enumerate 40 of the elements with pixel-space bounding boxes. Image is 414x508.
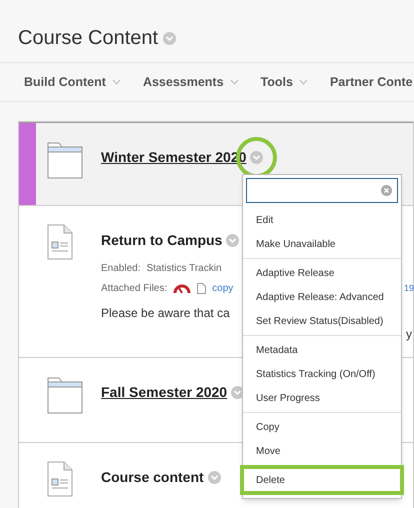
- document-icon: [47, 461, 73, 497]
- chevron-icon[interactable]: [208, 471, 221, 484]
- caret-icon: [298, 79, 308, 85]
- document-icon: [47, 224, 73, 260]
- chevron-icon[interactable]: [163, 32, 176, 44]
- gauge-icon: [173, 284, 192, 294]
- folder-icon: [47, 141, 83, 179]
- detail-value: Statistics Trackin: [146, 262, 222, 276]
- search-field[interactable]: [246, 178, 398, 203]
- file-icon: [197, 283, 206, 294]
- menu-item[interactable]: Copy: [243, 415, 401, 439]
- detail-label: Enabled:: [101, 262, 140, 276]
- menu-item[interactable]: Edit: [243, 208, 401, 232]
- detail-label: Attached Files:: [101, 282, 168, 296]
- menu-item[interactable]: Delete: [243, 468, 401, 492]
- page-title: Course Content: [18, 26, 158, 51]
- menu-item[interactable]: Adaptive Release: Advanced: [243, 285, 401, 309]
- toolbar-menu-button[interactable]: Assessments: [142, 72, 239, 92]
- item-title: Course content: [101, 468, 204, 487]
- folder-link[interactable]: Fall Semester 2020: [101, 382, 228, 403]
- chevron-icon[interactable]: [226, 234, 240, 247]
- chevron-icon[interactable]: [250, 151, 264, 164]
- folder-icon: [47, 376, 83, 414]
- menu-item[interactable]: Adaptive Release: [243, 261, 401, 285]
- menu-item[interactable]: User Progress: [243, 386, 401, 410]
- caret-icon: [112, 79, 121, 85]
- toolbar-menu-button[interactable]: Partner Conte: [330, 72, 413, 92]
- item-description: Please be aware that ca: [101, 305, 230, 322]
- file-link[interactable]: 19: [404, 282, 414, 296]
- menu-item[interactable]: Statistics Tracking (On/Off): [243, 362, 401, 386]
- drag-handle[interactable]: [19, 123, 36, 205]
- item-description: y: [406, 326, 412, 343]
- item-title: Return to Campus: [101, 231, 222, 250]
- caret-icon: [230, 79, 239, 85]
- toolbar-menu-button[interactable]: Build Content: [24, 72, 121, 92]
- menu-item[interactable]: Make Unavailable: [243, 232, 401, 256]
- clear-icon: [381, 185, 392, 196]
- toolbar-menu-button[interactable]: Tools: [260, 72, 308, 92]
- menu-item[interactable]: Set Review Status(Disabled): [243, 309, 401, 333]
- file-link[interactable]: copy: [212, 281, 234, 296]
